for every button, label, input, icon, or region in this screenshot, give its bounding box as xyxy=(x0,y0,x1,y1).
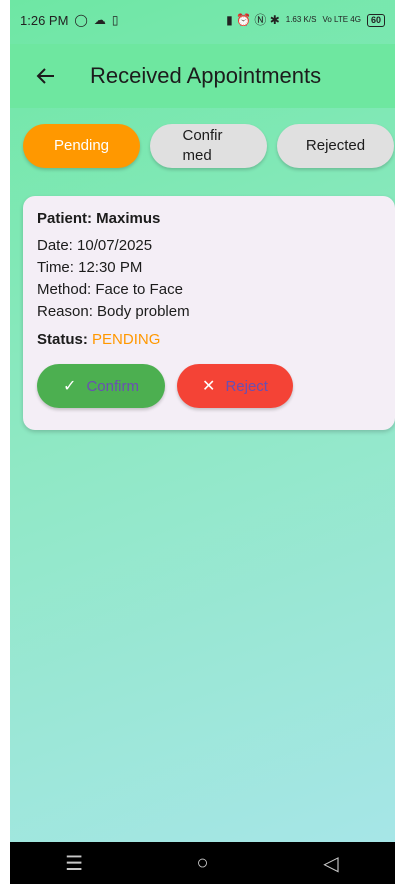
appointment-method: Method: Face to Face xyxy=(37,281,183,298)
confirm-button-label: Confirm xyxy=(86,377,139,395)
appointment-time: Time: 12:30 PM xyxy=(37,259,143,276)
close-icon: ✕ xyxy=(202,378,216,395)
tab-rejected-label: Rejected xyxy=(305,136,366,154)
check-icon: ✓ xyxy=(63,378,77,395)
system-nav-bar: ☰ ○ ◁ xyxy=(10,842,395,884)
status-bar-right: ▮ ⏰ Ⓝ ✱ 1.63 K/S Vo LTE 4G 60 xyxy=(226,13,385,27)
reject-button[interactable]: ✕ Reject xyxy=(177,364,293,408)
home-circle-icon[interactable]: ○ xyxy=(172,842,232,884)
page-title: Received Appointments xyxy=(90,63,322,88)
confirm-button[interactable]: ✓ Confirm xyxy=(37,364,165,408)
tab-confirmed[interactable]: Confirmed xyxy=(150,124,267,168)
status-tabs: Pending Confirmed Rejected xyxy=(10,124,395,168)
back-triangle-icon[interactable]: ◁ xyxy=(301,842,361,884)
status-bar-left: 1:26 PM ◯ ☁ ▯ xyxy=(20,13,118,28)
appointment-card: Patient: Maximus Date: 10/07/2025 Time: … xyxy=(23,196,395,430)
network-speed: 1.63 K/S xyxy=(285,15,317,24)
tab-pending-label: Pending xyxy=(53,136,110,154)
tab-pending[interactable]: Pending xyxy=(23,124,140,168)
status-row: Status: PENDING xyxy=(37,331,381,348)
patient-name: Patient: Maximus xyxy=(37,210,161,227)
battery-icon: 60 xyxy=(366,13,385,27)
status-bar: 1:26 PM ◯ ☁ ▯ ▮ ⏰ Ⓝ ✱ 1.63 K/S Vo LTE 4G… xyxy=(10,0,395,40)
back-arrow-icon[interactable] xyxy=(22,52,70,100)
app-screen: 1:26 PM ◯ ☁ ▯ ▮ ⏰ Ⓝ ✱ 1.63 K/S Vo LTE 4G… xyxy=(10,0,395,884)
status-label: Status: xyxy=(37,331,88,348)
app-bar: Received Appointments xyxy=(10,44,395,108)
card-actions: ✓ Confirm ✕ Reject xyxy=(37,364,381,408)
status-badge: PENDING xyxy=(92,331,161,348)
reject-button-label: Reject xyxy=(225,377,268,395)
appointment-date: Date: 10/07/2025 xyxy=(37,237,153,254)
status-time: 1:26 PM xyxy=(20,12,69,28)
menu-icon[interactable]: ☰ xyxy=(44,842,104,884)
phone-icon: ▯ xyxy=(111,13,119,27)
status-icons: ▮ ⏰ Ⓝ ✱ xyxy=(226,13,280,27)
appointment-reason: Reason: Body problem xyxy=(37,303,190,320)
tab-rejected[interactable]: Rejected xyxy=(277,124,394,168)
tab-confirmed-label: Confirmed xyxy=(182,126,223,164)
cloud-icon: ☁ xyxy=(93,13,106,27)
whatsapp-icon: ◯ xyxy=(74,13,88,27)
network-type: Vo LTE 4G xyxy=(322,15,361,24)
